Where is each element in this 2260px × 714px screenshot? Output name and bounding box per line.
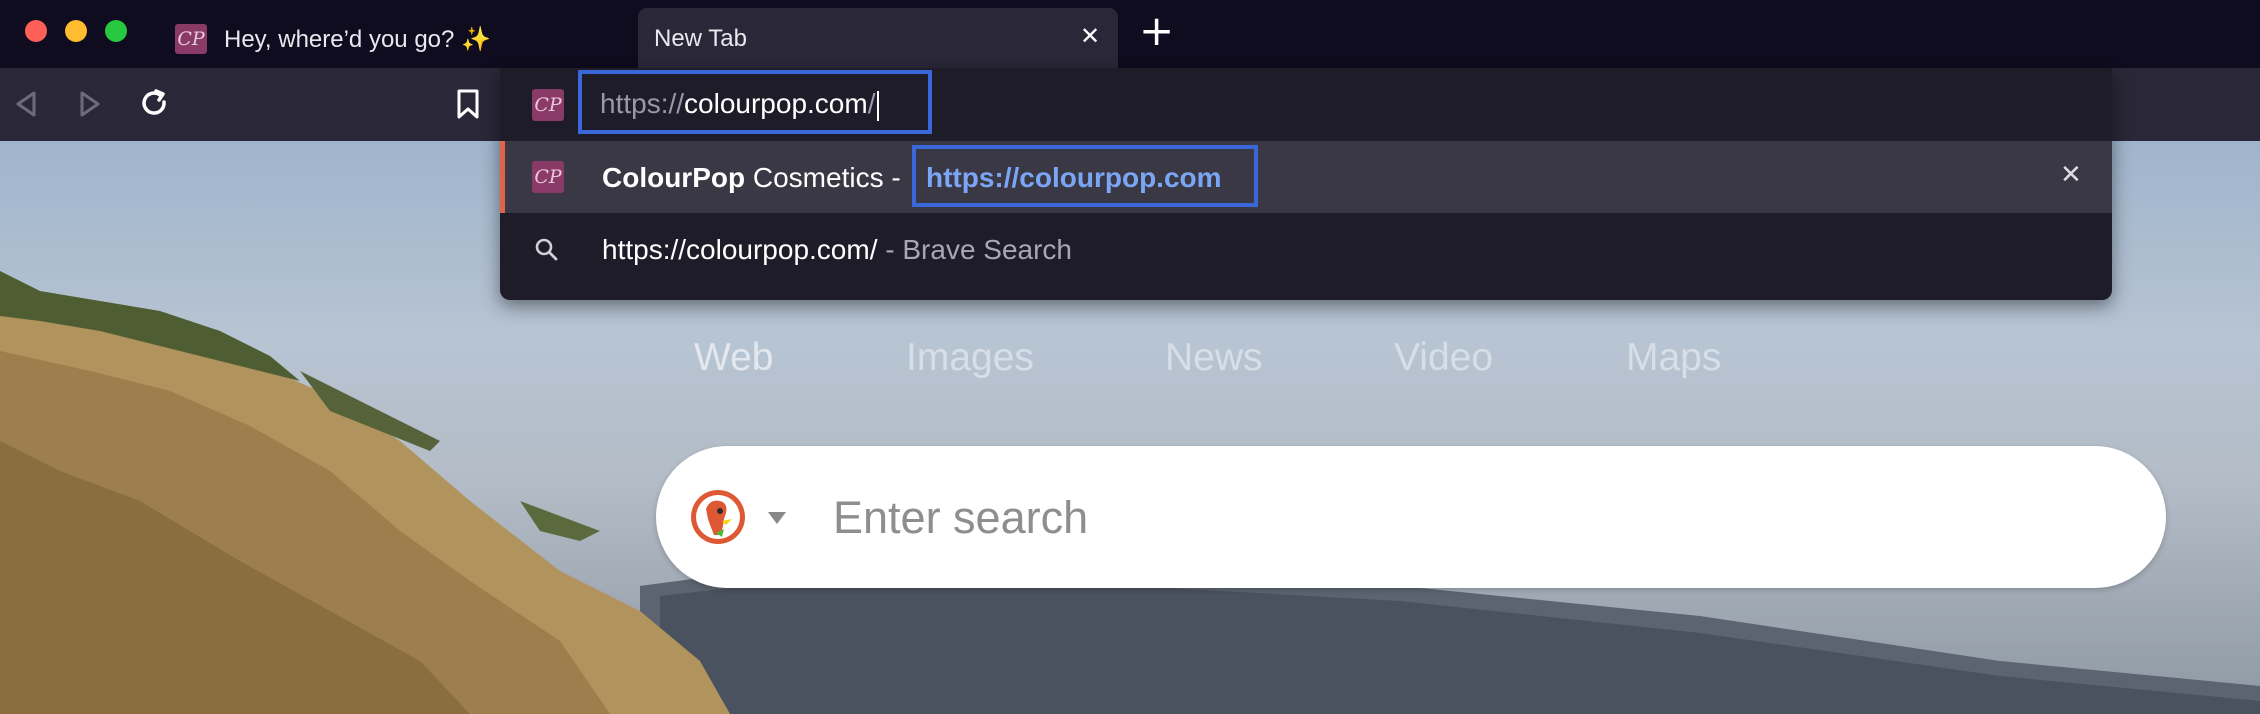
chevron-down-icon[interactable] xyxy=(766,510,788,526)
suggestion-title-rest: Cosmetics - xyxy=(745,162,901,193)
duckduckgo-logo-icon xyxy=(691,490,745,544)
search-icon xyxy=(535,238,558,261)
suggestion-title: ColourPop Cosmetics - xyxy=(602,162,901,194)
colourpop-favicon-icon: CP xyxy=(532,161,564,193)
remove-suggestion-icon[interactable]: ✕ xyxy=(2060,160,2082,190)
minimize-window-button[interactable] xyxy=(65,20,87,42)
search-input[interactable]: Enter search xyxy=(833,492,1088,544)
url-host: colourpop.com xyxy=(684,88,868,119)
search-tab-video[interactable]: Video xyxy=(1394,336,1493,380)
tab-title: New Tab xyxy=(654,25,747,52)
omnibox-dropdown: CP https://colourpop.com/ CP ColourPop C… xyxy=(500,68,2112,300)
url-trailing: / xyxy=(867,88,876,119)
reload-icon[interactable] xyxy=(138,88,170,120)
search-tab-news[interactable]: News xyxy=(1165,336,1263,380)
text-cursor xyxy=(877,90,880,121)
suggestion-row-colourpop[interactable]: CP ColourPop Cosmetics - https://colourp… xyxy=(500,141,2112,213)
selected-row-marker xyxy=(500,141,505,213)
search-query: https://colourpop.com/ xyxy=(602,234,878,265)
tab-strip: CP Hey, where’d you go? ✨ New Tab ✕ + xyxy=(0,0,2260,68)
tab-colourpop[interactable]: CP Hey, where’d you go? ✨ xyxy=(165,8,625,68)
url-scheme: https:// xyxy=(600,88,685,119)
search-tab-images[interactable]: Images xyxy=(906,336,1034,380)
forward-arrow-icon[interactable] xyxy=(78,90,102,118)
close-window-button[interactable] xyxy=(25,20,47,42)
suggestion-row-search[interactable]: https://colourpop.com/ - Brave Search xyxy=(500,213,2112,285)
zoom-window-button[interactable] xyxy=(105,20,127,42)
close-tab-icon[interactable]: ✕ xyxy=(1080,22,1100,50)
suggestion-title-bold: ColourPop xyxy=(602,162,746,193)
address-bar[interactable]: CP https://colourpop.com/ xyxy=(500,68,2112,141)
search-engine-suffix: - Brave Search xyxy=(877,234,1073,265)
bookmark-icon[interactable] xyxy=(455,88,481,120)
search-tab-web[interactable]: Web xyxy=(694,336,774,380)
search-box[interactable]: Enter search xyxy=(656,446,2166,588)
colourpop-favicon-icon: CP xyxy=(532,89,564,121)
back-arrow-icon[interactable] xyxy=(14,90,38,118)
suggestion-url-text: https://colourpop.com xyxy=(926,162,1222,193)
tab-new-tab[interactable]: New Tab ✕ xyxy=(638,8,1118,68)
suggestion-url: https://colourpop.com xyxy=(912,145,1258,207)
search-tab-maps[interactable]: Maps xyxy=(1626,336,1721,380)
address-text: https://colourpop.com/ xyxy=(600,88,880,121)
address-input[interactable]: https://colourpop.com/ xyxy=(578,70,932,134)
colourpop-favicon-icon: CP xyxy=(175,24,207,54)
search-suggestion-text: https://colourpop.com/ - Brave Search xyxy=(602,234,1072,266)
tab-title: Hey, where’d you go? ✨ xyxy=(224,26,491,53)
new-tab-button[interactable]: + xyxy=(1139,6,1174,55)
